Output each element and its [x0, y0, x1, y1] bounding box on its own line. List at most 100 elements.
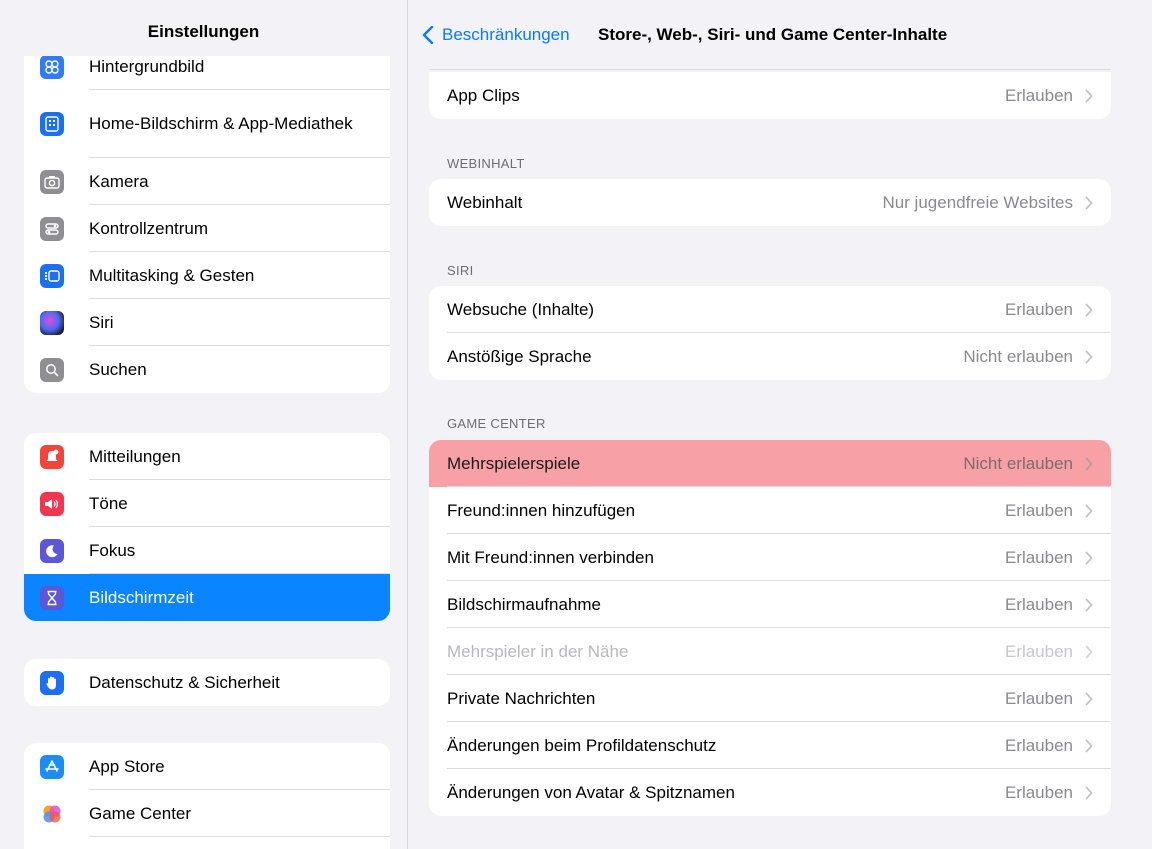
sidebar-item-siri[interactable]: Siri	[24, 299, 390, 346]
group-webinhalt: Webinhalt Nur jugendfreie Websites	[429, 179, 1111, 226]
sidebar-item-label: Hintergrundbild	[89, 56, 205, 76]
sidebar-item-label: Töne	[89, 493, 128, 513]
sidebar-item-game-center[interactable]: Game Center	[24, 790, 390, 837]
chevron-right-icon	[1085, 303, 1093, 317]
sidebar-item-app-store[interactable]: App Store	[24, 743, 390, 790]
sidebar-item-label: Fokus	[89, 540, 136, 560]
divider	[89, 836, 390, 837]
row-label: Mehrspieler in der Nähe	[447, 642, 629, 661]
sidebar-item-bildschirmzeit[interactable]: Bildschirmzeit	[24, 574, 390, 621]
chevron-left-icon	[422, 26, 434, 44]
row-label: Bildschirmaufnahme	[447, 595, 602, 614]
row-profildatenschutz[interactable]: Änderungen beim Profildatenschutz Erlaub…	[429, 722, 1111, 769]
multitasking-icon	[40, 263, 64, 288]
nav-bar: Beschränkungen Store-, Web-, Siri- und G…	[408, 0, 1152, 66]
back-button-label: Beschränkungen	[442, 25, 570, 44]
notifications-icon	[40, 444, 64, 469]
row-anstoessige-sprache[interactable]: Anstößige Sprache Nicht erlauben	[429, 333, 1111, 380]
row-webinhalt[interactable]: Webinhalt Nur jugendfreie Websites	[429, 179, 1111, 226]
section-header-siri: SIRI	[447, 263, 474, 278]
sidebar-title-label: Einstellungen	[147, 22, 260, 41]
wallpaper-icon	[40, 54, 64, 79]
row-value: Erlauben	[1004, 595, 1073, 614]
row-label: Änderungen beim Profildatenschutz	[447, 736, 717, 755]
section-header-webinhalt: WEBINHALT	[447, 156, 525, 171]
sidebar-group-store: App Store Game Center	[24, 743, 390, 849]
row-label: Freund:innen hinzufügen	[447, 501, 636, 520]
chevron-right-icon	[1085, 457, 1093, 471]
siri-icon	[40, 310, 64, 335]
row-label: Mehrspielerspiele	[447, 454, 581, 473]
page-title: Store-, Web-, Siri- und Game Center-Inha…	[598, 25, 948, 44]
sidebar: Einstellungen Hintergrundbild Home-Bilds…	[0, 0, 408, 849]
sidebar-item-datenschutz[interactable]: Datenschutz & Sicherheit	[24, 659, 390, 706]
row-value: Erlauben	[1004, 501, 1073, 520]
chevron-right-icon	[1085, 598, 1093, 612]
row-mit-freunden-verbinden[interactable]: Mit Freund:innen verbinden Erlauben	[429, 534, 1111, 581]
chevron-right-icon	[1085, 551, 1093, 565]
chevron-right-icon	[1085, 692, 1093, 706]
chevron-right-icon	[1085, 196, 1093, 210]
row-avatar-spitznamen[interactable]: Änderungen von Avatar & Spitznamen Erlau…	[429, 769, 1111, 816]
row-label: Websuche (Inhalte)	[447, 300, 595, 319]
row-label: App Clips	[447, 86, 520, 105]
row-value: Erlauben	[1004, 642, 1073, 661]
sidebar-item-label: Suchen	[89, 359, 147, 379]
chevron-right-icon	[1085, 504, 1093, 518]
control-center-icon	[40, 216, 64, 241]
camera-icon	[40, 169, 64, 194]
row-value: Erlauben	[1004, 689, 1073, 708]
search-icon	[40, 357, 64, 382]
group-game-center: Mehrspielerspiele Nicht erlauben Freund:…	[429, 440, 1111, 816]
home-screen-icon	[40, 112, 64, 136]
sidebar-item-kamera[interactable]: Kamera	[24, 158, 390, 205]
game-center-icon	[40, 801, 64, 826]
sidebar-item-suchen[interactable]: Suchen	[24, 346, 390, 393]
row-label: Änderungen von Avatar & Spitznamen	[447, 783, 735, 802]
sidebar-item-label: Kamera	[89, 171, 149, 191]
section-header-game-center: GAME CENTER	[447, 416, 546, 431]
row-freunde-hinzufuegen[interactable]: Freund:innen hinzufügen Erlauben	[429, 487, 1111, 534]
sidebar-item-home-bildschirm[interactable]: Home-Bildschirm & App-Mediathek	[24, 90, 390, 158]
sidebar-item-toene[interactable]: Töne	[24, 480, 390, 527]
row-websuche[interactable]: Websuche (Inhalte) Erlauben	[429, 286, 1111, 333]
sidebar-item-multitasking[interactable]: Multitasking & Gesten	[24, 252, 390, 299]
row-value: Erlauben	[1004, 548, 1073, 567]
sidebar-header-fade	[0, 43, 406, 56]
row-value: Erlauben	[1004, 300, 1073, 319]
row-bildschirmaufnahme[interactable]: Bildschirmaufnahme Erlauben	[429, 581, 1111, 628]
row-value: Erlauben	[1004, 86, 1073, 105]
back-button[interactable]: Beschränkungen	[422, 25, 570, 45]
detail-pane: Beschränkungen Store-, Web-, Siri- und G…	[408, 0, 1152, 849]
sidebar-item-label: Home-Bildschirm & App-Mediathek	[89, 114, 353, 133]
sounds-icon	[40, 491, 64, 516]
sidebar-item-kontrollzentrum[interactable]: Kontrollzentrum	[24, 205, 390, 252]
row-value: Nur jugendfreie Websites	[882, 193, 1073, 212]
row-label: Webinhalt	[447, 193, 523, 212]
row-label: Anstößige Sprache	[447, 347, 592, 366]
sidebar-item-label: Mitteilungen	[89, 446, 181, 466]
row-app-clips[interactable]: App Clips Erlauben	[429, 72, 1111, 119]
sidebar-group-display: Hintergrundbild Home-Bildschirm & App-Me…	[24, 43, 390, 393]
chevron-right-icon	[1085, 645, 1093, 659]
row-value: Nicht erlauben	[963, 347, 1073, 366]
row-private-nachrichten[interactable]: Private Nachrichten Erlauben	[429, 675, 1111, 722]
row-label: Private Nachrichten	[447, 689, 596, 708]
row-label: Mit Freund:innen verbinden	[447, 548, 654, 567]
sidebar-item-mitteilungen[interactable]: Mitteilungen	[24, 433, 390, 480]
row-value: Erlauben	[1004, 736, 1073, 755]
divider	[429, 69, 1111, 70]
chevron-right-icon	[1085, 350, 1093, 364]
chevron-right-icon	[1085, 739, 1093, 753]
group-siri: Websuche (Inhalte) Erlauben Anstößige Sp…	[429, 286, 1111, 380]
sidebar-item-label: App Store	[89, 756, 165, 776]
sidebar-item-label: Siri	[89, 312, 114, 332]
privacy-hand-icon	[40, 670, 64, 695]
sidebar-item-label: Game Center	[89, 803, 192, 823]
row-mehrspielerspiele[interactable]: Mehrspielerspiele Nicht erlauben	[429, 440, 1111, 487]
sidebar-item-label: Kontrollzentrum	[89, 218, 209, 238]
app-store-icon	[40, 754, 64, 779]
group-app-clips: App Clips Erlauben	[429, 72, 1111, 119]
sidebar-item-fokus[interactable]: Fokus	[24, 527, 390, 574]
focus-moon-icon	[40, 538, 64, 563]
